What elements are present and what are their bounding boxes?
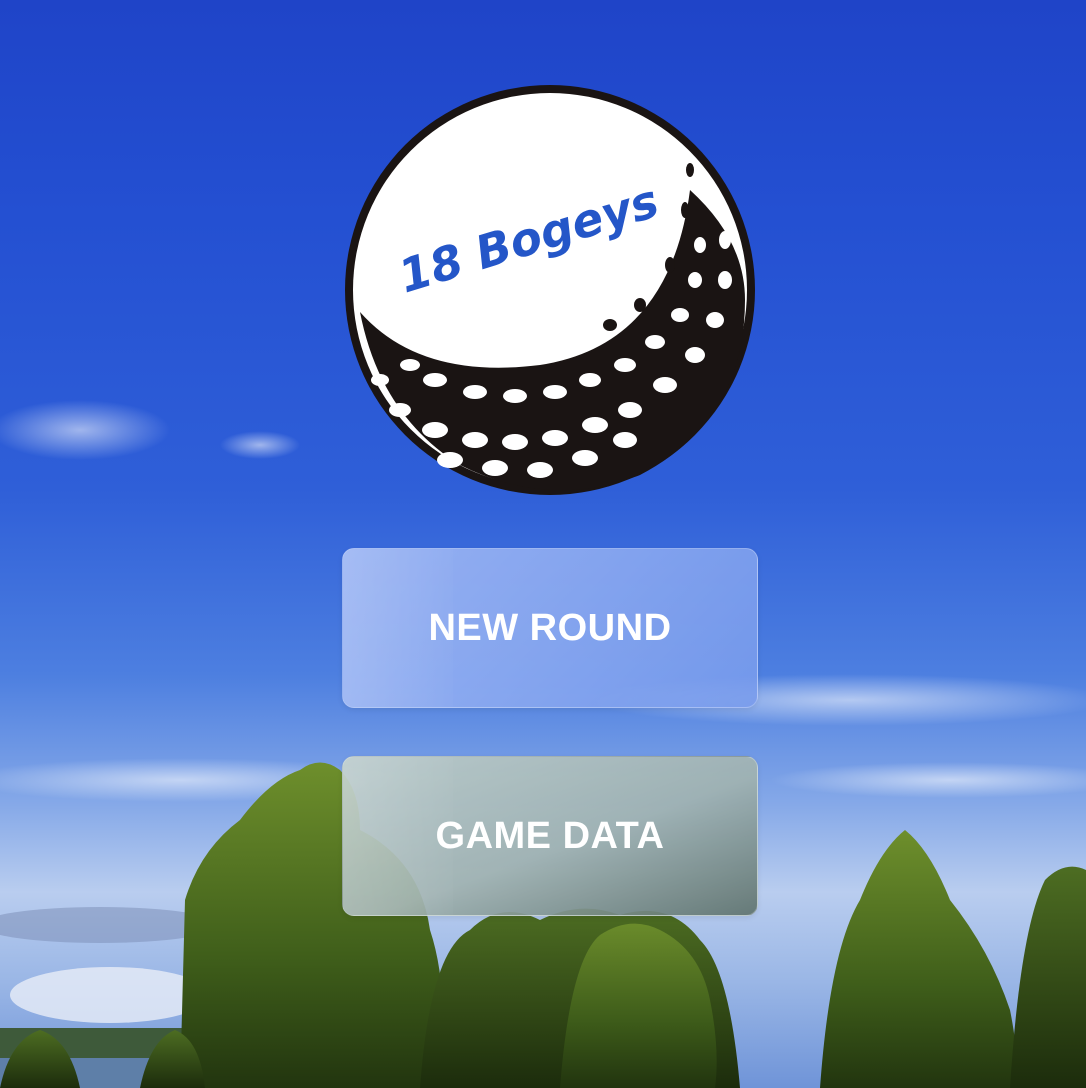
game-data-button[interactable]: GAME DATA <box>342 756 758 916</box>
new-round-label: NEW ROUND <box>428 606 672 649</box>
home-screen: 18 Bogeys NEW ROUND GAME DATA <box>0 0 1086 1088</box>
golf-ball-logo-icon: 18 Bogeys <box>340 80 760 500</box>
new-round-button[interactable]: NEW ROUND <box>342 548 758 708</box>
game-data-label: GAME DATA <box>435 814 665 857</box>
